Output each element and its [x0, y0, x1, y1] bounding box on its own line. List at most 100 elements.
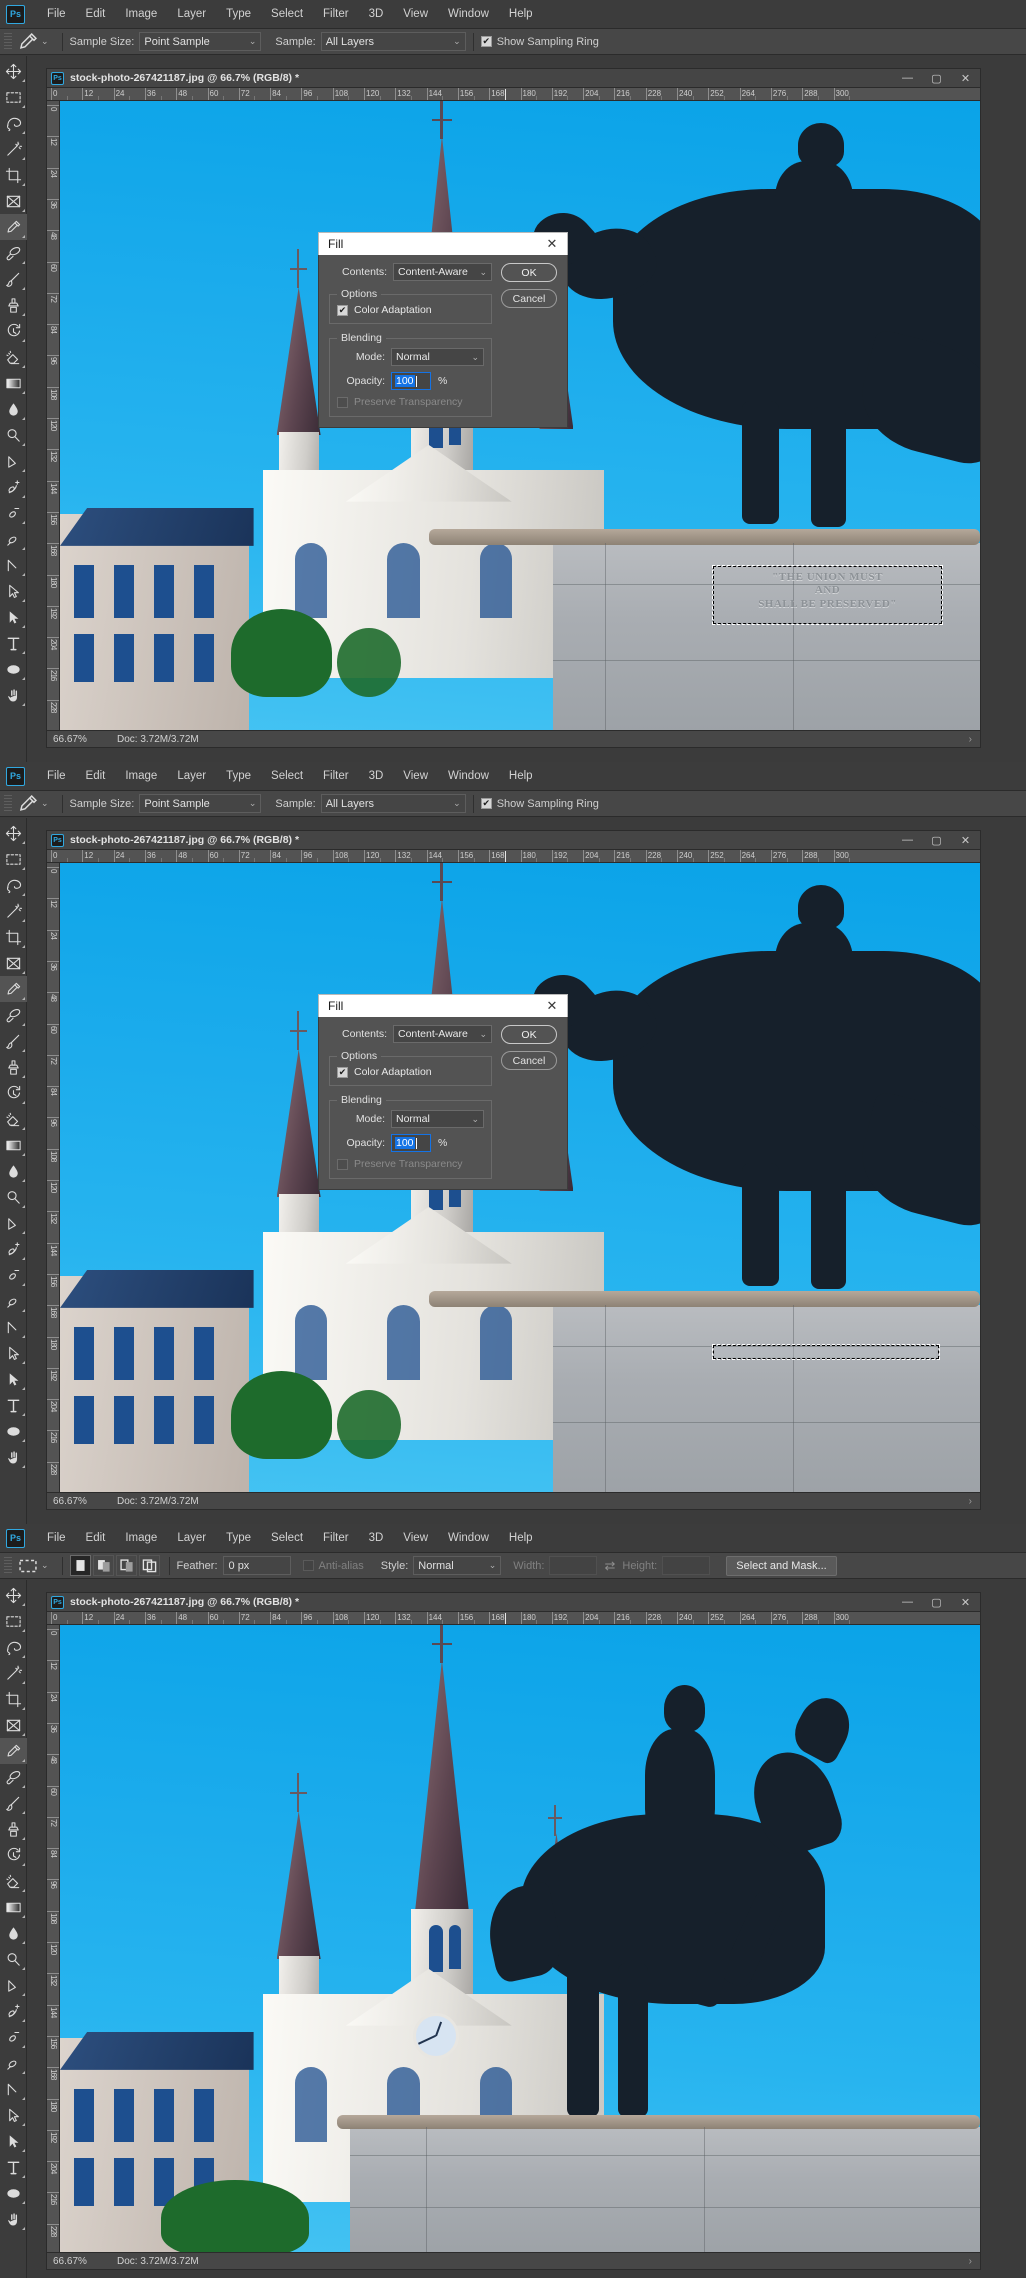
tool-flyout-indicator[interactable]: [22, 1257, 25, 1260]
menu-image[interactable]: Image: [115, 766, 167, 786]
frame-tool[interactable]: [0, 1712, 27, 1738]
blur-tool[interactable]: [0, 1158, 27, 1184]
hand-tool[interactable]: [0, 2206, 27, 2232]
menu-view[interactable]: View: [393, 4, 438, 24]
tool-flyout-indicator[interactable]: [22, 919, 25, 922]
horizontal-ruler-3[interactable]: 0 12 24 36 48 60 72 84 96 108 120 132 144 156 168 180 19…: [47, 1612, 980, 1625]
tool-flyout-indicator[interactable]: [22, 1283, 25, 1286]
color-adaptation-checkbox[interactable]: ✔ Color Adaptation: [337, 1066, 484, 1078]
tool-flyout-indicator[interactable]: [22, 703, 25, 706]
frame-tool[interactable]: [0, 950, 27, 976]
spot-healing-brush-tool[interactable]: [0, 1764, 27, 1790]
contents-select[interactable]: Content-Aware ⌄: [393, 263, 492, 281]
tool-flyout-indicator[interactable]: [22, 2201, 25, 2204]
eraser-tool[interactable]: [0, 1106, 27, 1132]
rectangular-marquee-tool[interactable]: [0, 846, 27, 872]
menu-edit[interactable]: Edit: [76, 4, 116, 24]
cancel-button[interactable]: Cancel: [501, 1051, 557, 1070]
object-selection-tool[interactable]: [0, 898, 27, 924]
status-expand-icon[interactable]: ›: [969, 2256, 980, 2267]
contents-select[interactable]: Content-Aware ⌄: [393, 1025, 492, 1043]
tool-flyout-indicator[interactable]: [22, 1863, 25, 1866]
menu-edit[interactable]: Edit: [76, 766, 116, 786]
tool-flyout-indicator[interactable]: [22, 1075, 25, 1078]
options-bar-grip[interactable]: [4, 794, 12, 813]
eyedropper-tool[interactable]: [0, 976, 27, 1002]
tool-flyout-indicator[interactable]: [22, 2045, 25, 2048]
opacity-input[interactable]: 100: [391, 1134, 431, 1152]
tool-flyout-indicator[interactable]: [22, 1837, 25, 1840]
spot-healing-brush-tool[interactable]: [0, 240, 27, 266]
vertical-ruler-3[interactable]: 0 12 24 36 48 60 72 84 96 108 120 132 144 156 168 180 19…: [47, 1625, 60, 2252]
tool-flyout-indicator[interactable]: [22, 235, 25, 238]
status-expand-icon[interactable]: ›: [969, 1496, 980, 1507]
cancel-button[interactable]: Cancel: [501, 289, 557, 308]
brush-tool[interactable]: [0, 266, 27, 292]
line-tool[interactable]: [0, 552, 27, 578]
spot-healing-brush-tool[interactable]: [0, 1002, 27, 1028]
tool-flyout-indicator[interactable]: [22, 1439, 25, 1442]
tool-flyout-indicator[interactable]: [22, 945, 25, 948]
crop-tool[interactable]: [0, 162, 27, 188]
menu-layer[interactable]: Layer: [167, 1528, 216, 1548]
tool-preset-chevron-icon[interactable]: ⌄: [41, 36, 49, 47]
intersect-selection-icon[interactable]: [138, 1555, 160, 1576]
tool-flyout-indicator[interactable]: [22, 573, 25, 576]
tool-flyout-indicator[interactable]: [22, 1889, 25, 1892]
line-tool[interactable]: [0, 1314, 27, 1340]
document-title-bar-1[interactable]: Ps stock-photo-267421187.jpg @ 66.7% (RG…: [47, 69, 980, 88]
tool-flyout-indicator[interactable]: [22, 1205, 25, 1208]
ok-button[interactable]: OK: [501, 1025, 557, 1044]
dodge-tool[interactable]: [0, 1184, 27, 1210]
move-tool[interactable]: [0, 1582, 27, 1608]
tool-flyout-indicator[interactable]: [22, 841, 25, 844]
menu-window[interactable]: Window: [438, 1528, 499, 1548]
opacity-input[interactable]: 100: [391, 372, 431, 390]
tool-flyout-indicator[interactable]: [22, 1049, 25, 1052]
tool-flyout-indicator[interactable]: [22, 1361, 25, 1364]
lasso-tool[interactable]: [0, 872, 27, 898]
tool-flyout-indicator[interactable]: [22, 339, 25, 342]
menu-help[interactable]: Help: [499, 766, 543, 786]
menu-type[interactable]: Type: [216, 766, 261, 786]
new-selection-icon[interactable]: [69, 1555, 91, 1576]
sample-size-select[interactable]: Point Sample ⌄: [139, 794, 262, 813]
height-input[interactable]: [662, 1556, 711, 1575]
close-icon[interactable]: ✕: [537, 233, 567, 256]
type-tool[interactable]: [0, 1392, 27, 1418]
options-bar-grip[interactable]: [4, 1556, 12, 1575]
add-to-selection-icon[interactable]: [92, 1555, 114, 1576]
minimize-button[interactable]: —: [893, 1593, 922, 1612]
menu-window[interactable]: Window: [438, 4, 499, 24]
clone-stamp-tool[interactable]: [0, 1816, 27, 1842]
mode-select[interactable]: Normal ⌄: [391, 348, 484, 366]
clone-stamp-tool[interactable]: [0, 292, 27, 318]
tool-flyout-indicator[interactable]: [22, 625, 25, 628]
tool-flyout-indicator[interactable]: [22, 2149, 25, 2152]
horizontal-ruler-1[interactable]: 0 12 24 36 48 60 72 84 96 108 120 132 144 156 168 180 19…: [47, 88, 980, 101]
show-sampling-ring-checkbox[interactable]: ✔ Show Sampling Ring: [480, 36, 604, 48]
tool-flyout-indicator[interactable]: [22, 261, 25, 264]
menu-filter[interactable]: Filter: [313, 766, 359, 786]
menu-file[interactable]: File: [37, 4, 76, 24]
tool-flyout-indicator[interactable]: [22, 1915, 25, 1918]
document-title-bar-2[interactable]: Ps stock-photo-267421187.jpg @ 66.7% (RG…: [47, 831, 980, 850]
tool-flyout-indicator[interactable]: [22, 1023, 25, 1026]
maximize-button[interactable]: ▢: [922, 69, 951, 88]
menu-filter[interactable]: Filter: [313, 1528, 359, 1548]
path-selection-tool[interactable]: [0, 1340, 27, 1366]
eyedropper-tool[interactable]: [0, 1738, 27, 1764]
zoom-level[interactable]: 66.67%: [47, 1496, 117, 1507]
swap-dimensions-icon[interactable]: ⇄: [604, 1558, 615, 1574]
add-anchor-point-tool[interactable]: [0, 474, 27, 500]
close-button[interactable]: ✕: [951, 831, 980, 850]
object-selection-tool[interactable]: [0, 136, 27, 162]
convert-point-tool[interactable]: [0, 526, 27, 552]
ellipse-tool[interactable]: [0, 1418, 27, 1444]
tool-flyout-indicator[interactable]: [22, 2123, 25, 2126]
tool-flyout-indicator[interactable]: [22, 2227, 25, 2230]
preserve-transparency-checkbox[interactable]: Preserve Transparency: [337, 396, 484, 408]
tool-flyout-indicator[interactable]: [22, 1681, 25, 1684]
ok-button[interactable]: OK: [501, 263, 557, 282]
maximize-button[interactable]: ▢: [922, 831, 951, 850]
